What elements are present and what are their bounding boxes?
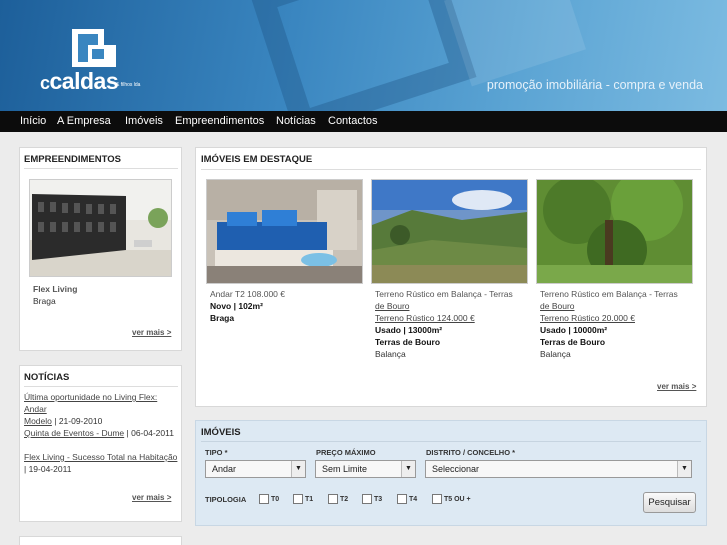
nav-a-empresa[interactable]: A Empresa (57, 115, 111, 127)
project-location: Braga (33, 296, 56, 306)
property-spec: Usado | 10000m² (540, 325, 608, 335)
panel-title: NOTÍCIAS (24, 372, 70, 383)
tipo-label: TIPO * (205, 448, 228, 457)
t1-checkbox[interactable] (293, 494, 303, 504)
news-date: | 19-04-2011 (24, 464, 72, 474)
nav-imoveis[interactable]: Imóveis (125, 115, 163, 127)
empreendimentos-panel: EMPREENDIMENTOS Flex Living Braga ver ma… (19, 147, 182, 351)
divider (201, 169, 701, 170)
project-name[interactable]: Flex Living (33, 284, 77, 294)
property-photo[interactable] (536, 179, 693, 284)
news-date: | 06-04-2011 (124, 428, 174, 438)
news-link[interactable]: Modelo (24, 416, 52, 426)
property-card[interactable]: Terreno Rústico em Balança - Terras de B… (371, 179, 528, 360)
news-link[interactable]: Flex Living - Sucesso Total na Habitação (24, 452, 177, 462)
logo-text[interactable]: ccaldas (40, 68, 119, 95)
t0-checkbox[interactable] (259, 494, 269, 504)
t5-label: T5 OU + (444, 496, 471, 503)
property-card[interactable]: Andar T2 108.000 € Novo | 102m² Braga (206, 179, 363, 324)
chevron-down-icon: ▼ (677, 461, 691, 477)
chevron-down-icon: ▼ (401, 461, 415, 477)
flex-living-photo[interactable] (29, 179, 172, 277)
logo-subtitle: & filhos lda (116, 82, 141, 88)
nav-contactos[interactable]: Contactos (328, 115, 378, 127)
property-place: Braga (210, 313, 235, 323)
t3-label: T3 (374, 496, 383, 503)
decorative-shape (249, 0, 477, 111)
nav-noticias[interactable]: Notícias (276, 115, 316, 127)
property-title[interactable]: Andar T2 108.000 € (210, 288, 363, 300)
news-item: Flex Living - Sucesso Total na Habitação… (24, 451, 178, 475)
property-price-link[interactable]: Terreno Rústico 20.000 € (540, 312, 693, 324)
t2-label: T2 (340, 496, 349, 503)
distrito-label: DISTRITO / CONCELHO * (426, 448, 516, 457)
noticias-panel: NOTÍCIAS Última oportunidade no Living F… (19, 365, 182, 522)
property-sublocation: Balança (375, 349, 406, 359)
chevron-down-icon: ▼ (291, 461, 305, 477)
t4-checkbox[interactable] (397, 494, 407, 504)
t5-checkbox[interactable] (432, 494, 442, 504)
news-link[interactable]: Quinta de Eventos - Dume (24, 428, 124, 438)
tipologia-label: TIPOLOGIA (205, 495, 247, 504)
main-nav: Início A Empresa Imóveis Empreendimentos… (0, 111, 727, 132)
property-title[interactable]: Terreno Rústico em Balança - Terras (540, 288, 693, 300)
property-card[interactable]: Terreno Rústico em Balança - Terras de B… (536, 179, 693, 360)
panel-title: IMÓVEIS EM DESTAQUE (201, 154, 313, 165)
property-title-cont[interactable]: de Bouro (375, 300, 528, 312)
ver-mais-link[interactable]: ver mais > (657, 382, 696, 391)
news-link[interactable]: Última oportunidade no Living Flex: Anda… (24, 392, 157, 414)
property-spec: Usado | 13000m² (375, 325, 443, 335)
sidebar-panel (19, 536, 182, 545)
property-spec: Novo | 102m² (210, 301, 263, 311)
property-photo[interactable] (371, 179, 528, 284)
t0-label: T0 (271, 496, 280, 503)
news-item: Quinta de Eventos - Dume | 06-04-2011 (24, 427, 178, 439)
distrito-select[interactable]: Seleccionar ▼ (425, 460, 692, 478)
site-header: ccaldas & filhos lda promoção imobiliári… (0, 0, 727, 111)
property-title[interactable]: Terreno Rústico em Balança - Terras (375, 288, 528, 300)
news-item: Última oportunidade no Living Flex: Anda… (24, 391, 178, 427)
tipo-select[interactable]: Andar ▼ (205, 460, 306, 478)
logo-icon[interactable] (72, 29, 116, 67)
property-photo[interactable] (206, 179, 363, 284)
t2-checkbox[interactable] (328, 494, 338, 504)
property-price-link[interactable]: Terreno Rústico 124.000 € (375, 312, 528, 324)
divider (201, 441, 701, 442)
property-place: Terras de Bouro (540, 337, 606, 347)
divider (24, 168, 178, 169)
pesquisar-button[interactable]: Pesquisar (643, 492, 696, 513)
t1-label: T1 (305, 496, 314, 503)
ver-mais-link[interactable]: ver mais > (132, 328, 171, 337)
panel-title: IMÓVEIS (201, 427, 241, 438)
ver-mais-link[interactable]: ver mais > (132, 493, 171, 502)
news-date: | 21-09-2010 (51, 416, 103, 426)
t3-checkbox[interactable] (362, 494, 372, 504)
nav-empreendimentos[interactable]: Empreendimentos (175, 115, 264, 127)
preco-label: PREÇO MÁXIMO (316, 448, 376, 457)
nav-inicio[interactable]: Início (20, 115, 46, 127)
property-title-cont[interactable]: de Bouro (540, 300, 693, 312)
preco-select[interactable]: Sem Limite ▼ (315, 460, 416, 478)
property-place: Terras de Bouro (375, 337, 441, 347)
property-sublocation: Balança (540, 349, 571, 359)
panel-title: EMPREENDIMENTOS (24, 154, 121, 165)
tagline: promoção imobiliária - compra e venda (486, 78, 703, 92)
divider (24, 386, 178, 387)
t4-label: T4 (409, 496, 418, 503)
